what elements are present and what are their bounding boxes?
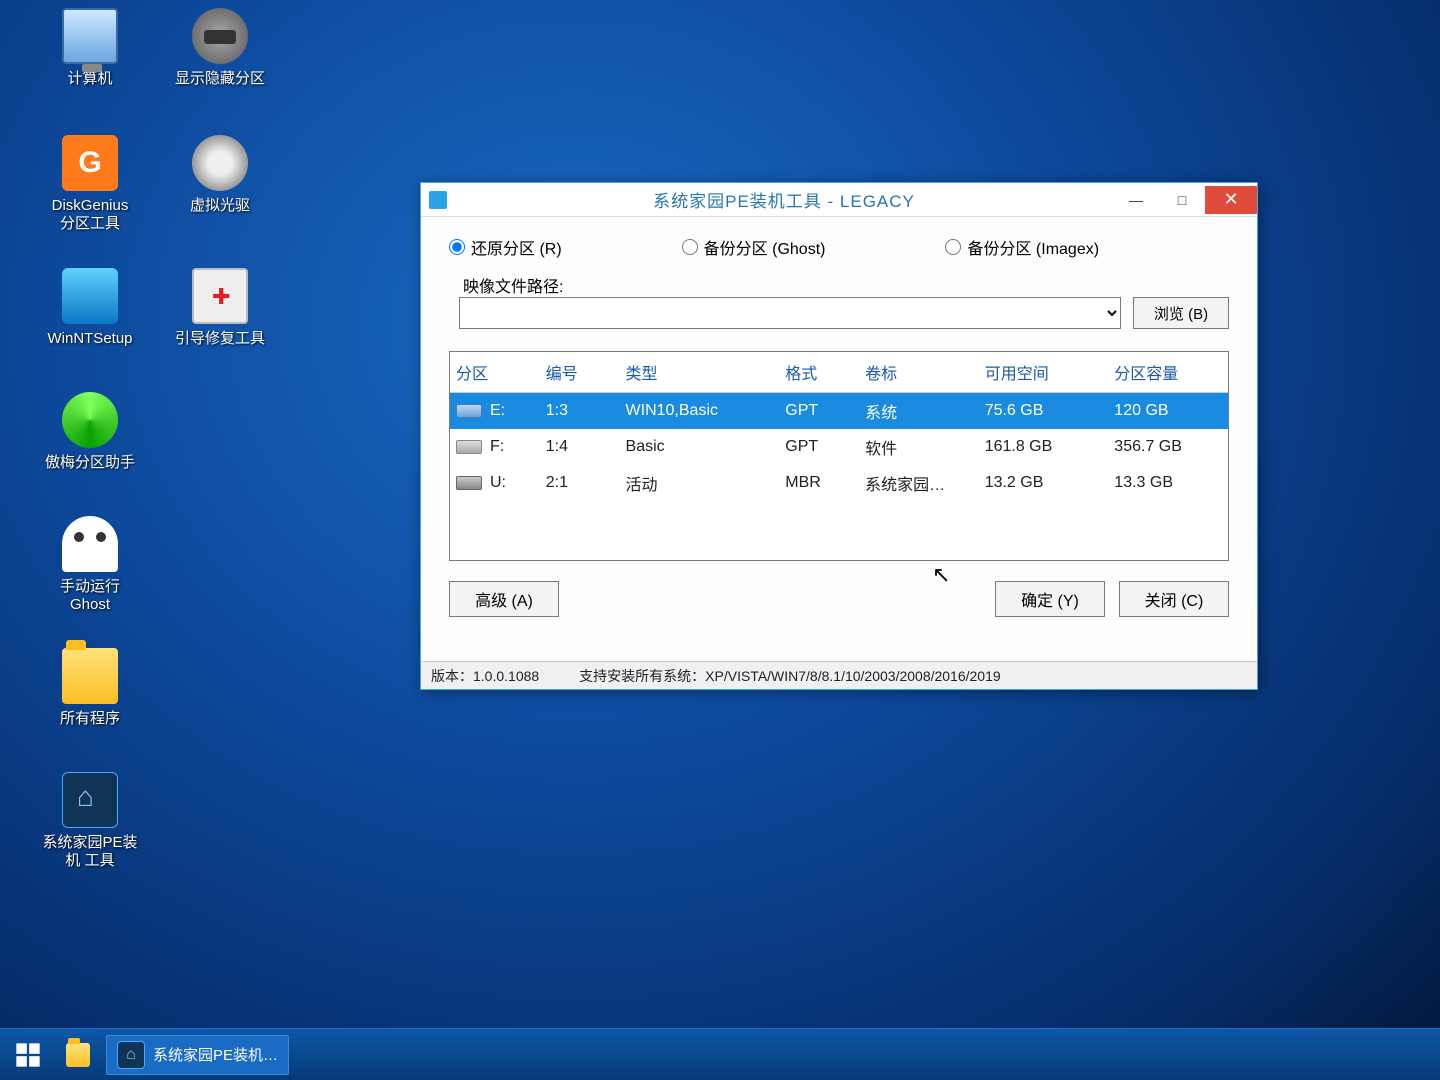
status-support: 支持安装所有系统：XP/VISTA/WIN7/8/8.1/10/2003/200… [579, 666, 1001, 686]
pe-tool-icon: ⌂ [117, 1041, 145, 1069]
desktop-icon-computer[interactable]: 计算机 [30, 8, 150, 88]
column-header[interactable]: 分区容量 [1108, 352, 1228, 393]
radio-backup-ghost-input[interactable] [682, 239, 698, 255]
disc-icon [192, 135, 248, 191]
image-path-select[interactable] [459, 297, 1121, 329]
desktop-icon-virtualcd[interactable]: 虚拟光驱 [160, 135, 280, 215]
window-title: 系统家园PE装机工具 - LEGACY [455, 187, 1113, 212]
ok-button[interactable]: 确定 (Y) [995, 581, 1105, 617]
radio-restore-label: 还原分区 (R) [471, 235, 562, 259]
windows-icon [14, 1041, 42, 1069]
desktop-icon-label: 计算机 [30, 70, 150, 88]
partition-row[interactable]: F:1:4BasicGPT软件161.8 GB356.7 GB [450, 429, 1228, 465]
image-path-label: 映像文件路径: [449, 273, 1229, 297]
column-header[interactable]: 分区 [450, 352, 540, 393]
maximize-button[interactable]: □ [1159, 187, 1205, 213]
file-explorer-button[interactable] [58, 1035, 98, 1075]
drive-icon [456, 440, 482, 454]
minimize-button[interactable]: — [1113, 187, 1159, 213]
diskgenius-icon: G [62, 135, 118, 191]
desktop-icon-bootrepair[interactable]: 引导修复工具 [160, 268, 280, 348]
radio-restore[interactable]: 还原分区 (R) [449, 235, 562, 259]
radio-backup-ghost-label: 备份分区 (Ghost) [704, 235, 826, 259]
desktop-icon-diskgenius[interactable]: G DiskGenius 分区工具 [30, 135, 150, 233]
desktop-icon-petool[interactable]: 系统家园PE装 机 工具 [30, 772, 150, 870]
desktop-icon-label: 显示隐藏分区 [160, 70, 280, 88]
desktop-icon-label: 虚拟光驱 [160, 197, 280, 215]
desktop-icon-label: 引导修复工具 [160, 330, 280, 348]
taskbar-app-label: 系统家园PE装机… [153, 1044, 278, 1065]
app-icon [429, 191, 447, 209]
toolkit-icon [192, 268, 248, 324]
taskbar: ⌂ 系统家园PE装机… [0, 1028, 1440, 1080]
desktop-icon-label: 手动运行 Ghost [30, 578, 150, 614]
mode-radio-group: 还原分区 (R) 备份分区 (Ghost) 备份分区 (Imagex) [449, 235, 1229, 259]
close-button[interactable]: ✕ [1205, 186, 1257, 214]
radio-backup-imagex-input[interactable] [945, 239, 961, 255]
titlebar[interactable]: 系统家园PE装机工具 - LEGACY — □ ✕ [421, 183, 1257, 217]
desktop-icon-label: 傲梅分区助手 [30, 454, 150, 472]
drive-icon [456, 404, 482, 418]
advanced-button[interactable]: 高级 (A) [449, 581, 559, 617]
desktop-icon-allprograms[interactable]: 所有程序 [30, 648, 150, 728]
status-bar: 版本：1.0.0.1088 支持安装所有系统：XP/VISTA/WIN7/8/8… [421, 661, 1257, 689]
desktop-icon-label: 所有程序 [30, 710, 150, 728]
folder-icon [62, 648, 118, 704]
desktop-icon-winntsetup[interactable]: WinNTSetup [30, 268, 150, 348]
pe-installer-dialog: 系统家园PE装机工具 - LEGACY — □ ✕ 还原分区 (R) 备份分区 … [420, 182, 1258, 690]
desktop-icon-ghost[interactable]: 手动运行 Ghost [30, 516, 150, 614]
browse-button[interactable]: 浏览 (B) [1133, 297, 1229, 329]
column-header[interactable]: 可用空间 [979, 352, 1109, 393]
folder-icon [66, 1043, 90, 1067]
drive-icon [456, 476, 482, 490]
partition-table[interactable]: 分区编号类型格式卷标可用空间分区容量 E:1:3WIN10,BasicGPT系统… [449, 351, 1229, 561]
desktop-icon-showhidden[interactable]: 显示隐藏分区 [160, 8, 280, 88]
desktop-icon-label: DiskGenius 分区工具 [30, 197, 150, 233]
radio-backup-imagex[interactable]: 备份分区 (Imagex) [945, 235, 1099, 259]
taskbar-running-app[interactable]: ⌂ 系统家园PE装机… [106, 1035, 289, 1075]
pe-tool-icon [62, 772, 118, 828]
desktop-icon-label: WinNTSetup [30, 330, 150, 348]
close-dialog-button[interactable]: 关闭 (C) [1119, 581, 1229, 617]
status-version: 版本：1.0.0.1088 [431, 666, 539, 686]
ghost-icon [62, 516, 118, 572]
radio-restore-input[interactable] [449, 239, 465, 255]
desktop-icon-label: 系统家园PE装 机 工具 [30, 834, 150, 870]
aomei-icon [62, 392, 118, 448]
start-button[interactable] [6, 1035, 50, 1075]
computer-icon [62, 8, 118, 64]
partition-row[interactable]: U:2:1活动MBR系统家园…13.2 GB13.3 GB [450, 465, 1228, 501]
column-header[interactable]: 编号 [540, 352, 620, 393]
radio-backup-ghost[interactable]: 备份分区 (Ghost) [682, 235, 826, 259]
partition-icon [192, 8, 248, 64]
partition-row[interactable]: E:1:3WIN10,BasicGPT系统75.6 GB120 GB [450, 393, 1228, 430]
column-header[interactable]: 格式 [779, 352, 859, 393]
winntsetup-icon [62, 268, 118, 324]
column-header[interactable]: 类型 [620, 352, 780, 393]
column-header[interactable]: 卷标 [859, 352, 979, 393]
radio-backup-imagex-label: 备份分区 (Imagex) [967, 235, 1099, 259]
desktop-icon-aomei[interactable]: 傲梅分区助手 [30, 392, 150, 472]
